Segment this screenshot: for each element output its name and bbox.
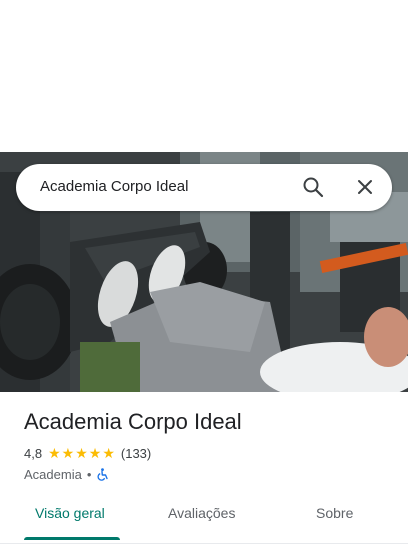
star-icon: ★ [102, 445, 115, 461]
place-category: Academia [24, 466, 82, 482]
rating-value: 4,8 [24, 445, 43, 461]
wheelchair-icon [96, 467, 109, 481]
search-icon[interactable] [302, 176, 324, 198]
star-icon: ★ [61, 445, 75, 461]
star-icon: ★ [88, 445, 102, 461]
star-icon: ★ [48, 445, 61, 461]
tab-bar: Visão geral Avaliações Sobre [0, 496, 408, 544]
search-query[interactable]: Academia Corpo Ideal [40, 178, 188, 195]
close-icon[interactable] [354, 176, 376, 198]
map-area-blank [0, 0, 408, 152]
category-row: Academia • [24, 466, 109, 482]
star-icon: ★ [75, 445, 88, 461]
tab-about[interactable]: Sobre [316, 505, 353, 521]
review-count[interactable]: (133) [121, 446, 151, 461]
tab-overview[interactable]: Visão geral [35, 505, 105, 521]
search-bar[interactable]: Academia Corpo Ideal [16, 164, 392, 211]
separator: • [86, 466, 92, 482]
rating-stars: ★ ★ ★ ★ ★ [48, 446, 115, 460]
active-tab-indicator [24, 537, 120, 540]
place-title: Academia Corpo Ideal [24, 409, 242, 434]
tab-reviews[interactable]: Avaliações [168, 505, 235, 521]
rating-row[interactable]: 4,8 ★ ★ ★ ★ ★ (133) [24, 445, 151, 461]
